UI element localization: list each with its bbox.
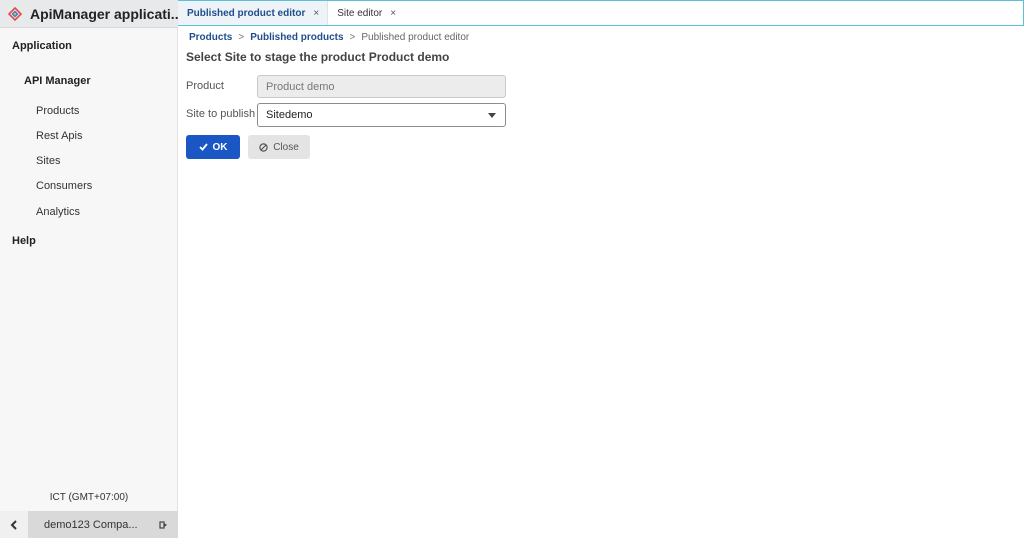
tab-label: Site editor bbox=[337, 7, 383, 19]
tab-site-editor[interactable]: Site editor × bbox=[328, 1, 404, 25]
site-select-value: Sitedemo bbox=[266, 109, 313, 121]
site-to-publish-label: Site to publish bbox=[186, 108, 256, 120]
tab-published-product-editor[interactable]: Published product editor × bbox=[178, 1, 329, 25]
close-button[interactable]: Close bbox=[248, 135, 310, 159]
app-title: ApiManager applicati... bbox=[30, 5, 178, 22]
ok-button-label: OK bbox=[212, 141, 228, 153]
logout-button[interactable] bbox=[150, 511, 178, 538]
user-name[interactable]: demo123 Compa... bbox=[28, 511, 150, 538]
breadcrumb-products[interactable]: Products bbox=[189, 32, 232, 43]
nav-group-application[interactable]: Application bbox=[12, 40, 72, 52]
nav-group-api-manager[interactable]: API Manager bbox=[24, 75, 91, 87]
collapse-sidebar-button[interactable] bbox=[0, 511, 28, 538]
ok-button[interactable]: OK bbox=[186, 135, 240, 159]
close-icon[interactable]: × bbox=[313, 8, 319, 19]
sidebar: ApiManager applicati... Application API … bbox=[0, 0, 178, 538]
breadcrumb: Products > Published products > Publishe… bbox=[189, 32, 469, 43]
tab-bar: Published product editor × Site editor × bbox=[178, 0, 1024, 26]
close-icon[interactable]: × bbox=[390, 8, 396, 19]
ban-icon bbox=[259, 142, 268, 152]
product-input[interactable] bbox=[257, 75, 506, 98]
logout-icon bbox=[159, 520, 167, 529]
check-icon bbox=[198, 143, 208, 151]
product-label: Product bbox=[186, 80, 224, 92]
sidebar-item-analytics[interactable]: Analytics bbox=[36, 206, 80, 218]
app-logo-icon bbox=[8, 6, 22, 21]
breadcrumb-separator: > bbox=[238, 32, 245, 43]
app-header: ApiManager applicati... bbox=[0, 0, 178, 28]
caret-down-icon bbox=[488, 113, 496, 118]
sidebar-item-sites[interactable]: Sites bbox=[36, 155, 60, 167]
chevron-left-icon bbox=[10, 519, 17, 530]
timezone-label: ICT (GMT+07:00) bbox=[49, 492, 129, 503]
tab-label: Published product editor bbox=[187, 7, 306, 19]
site-select[interactable]: Sitedemo bbox=[257, 103, 506, 127]
user-bar: demo123 Compa... bbox=[0, 511, 178, 538]
page-title: Select Site to stage the product Product… bbox=[186, 50, 450, 64]
breadcrumb-separator: > bbox=[349, 32, 356, 43]
sidebar-item-rest-apis[interactable]: Rest Apis bbox=[36, 130, 82, 142]
breadcrumb-published-products[interactable]: Published products bbox=[250, 32, 343, 43]
breadcrumb-current: Published product editor bbox=[361, 32, 470, 43]
sidebar-item-consumers[interactable]: Consumers bbox=[36, 180, 92, 192]
close-button-label: Close bbox=[273, 141, 299, 153]
sidebar-item-products[interactable]: Products bbox=[36, 105, 79, 117]
nav-group-help[interactable]: Help bbox=[12, 235, 36, 247]
